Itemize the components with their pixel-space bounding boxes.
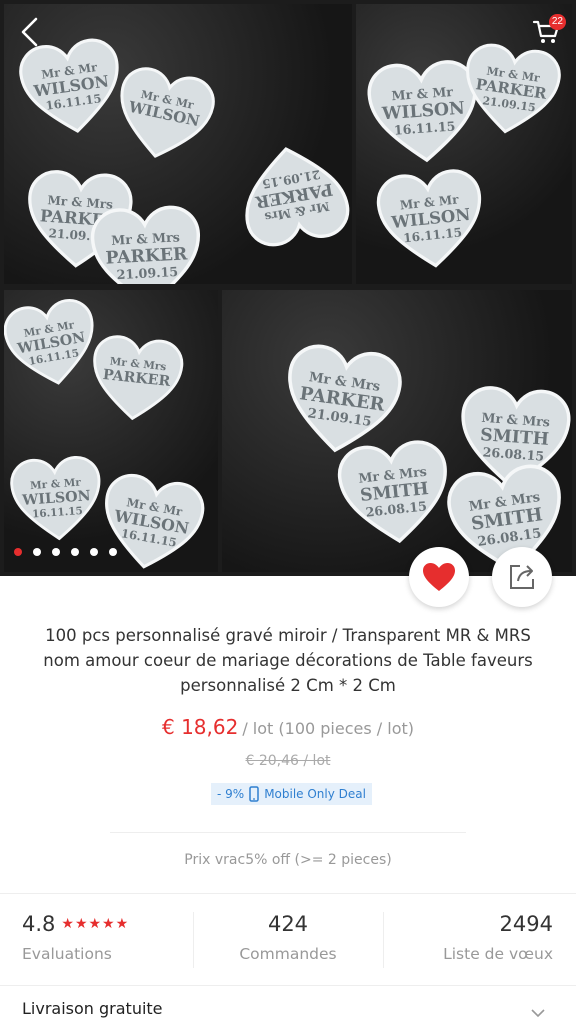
engraved-heart: Mr & MrsPARKER bbox=[93, 335, 184, 421]
pagination-dot[interactable] bbox=[90, 548, 98, 556]
engraved-heart: Mr & MrsPARKER21.09.15 bbox=[90, 205, 200, 284]
price-row: € 18,62/ lot (100 pieces / lot) bbox=[0, 715, 576, 739]
rating-stars-icon: ★★★★★ bbox=[61, 916, 130, 932]
back-button[interactable] bbox=[8, 10, 52, 54]
share-button[interactable] bbox=[492, 547, 552, 607]
cart-count-badge: 22 bbox=[548, 14, 566, 30]
engraved-heart: Mr & MrWILSON bbox=[120, 67, 215, 158]
wishlist-button[interactable] bbox=[409, 547, 469, 607]
deal-label: Mobile Only Deal bbox=[264, 787, 366, 801]
cart-button[interactable]: 22 bbox=[524, 10, 568, 54]
engraved-heart: Mr & MrWILSON16.11.15 bbox=[105, 473, 205, 569]
engraved-heart: Mr & MrsSMITH26.08.15 bbox=[337, 440, 447, 544]
divider bbox=[110, 832, 466, 833]
bulk-price-info: Prix vrac5% off (>= 2 pieces) bbox=[184, 852, 392, 868]
price-unit: / lot (100 pieces / lot) bbox=[242, 719, 414, 738]
original-price: € 20,46 / lot bbox=[245, 753, 331, 769]
product-photo-clear-hearts-2: Mr & Mrs PARKER 21.09.15 Mr & Mrs SMITH 26.08… bbox=[222, 290, 572, 572]
product-photo-clear-hearts-1: Mr & Mr WILSON 16.11.15 Mr & Mrs PARKER Mr & … bbox=[4, 290, 218, 572]
chevron-left-icon bbox=[21, 17, 38, 47]
product-title: 100 pcs personnalisé gravé miroir / Tran… bbox=[43, 626, 533, 695]
wishlist-stat[interactable]: 2494 Liste de vœux bbox=[443, 912, 553, 963]
orders-stat[interactable]: 424 Commandes bbox=[193, 912, 383, 963]
share-icon bbox=[510, 565, 534, 589]
mobile-deal-badge: - 9% Mobile Only Deal bbox=[211, 783, 372, 805]
orders-value: 424 bbox=[267, 912, 309, 936]
discount-percent: - 9% bbox=[217, 787, 245, 801]
rating-value: 4.8 bbox=[22, 912, 56, 936]
product-image-gallery[interactable]: Mr & Mr WILSON 16.11.15 Mr & Mrs PARKER 21.09… bbox=[0, 0, 576, 576]
svg-text:21.09.15: 21.09.15 bbox=[116, 264, 178, 282]
orders-label: Commandes bbox=[239, 945, 337, 963]
product-photo-mirror-hearts-1: Mr & Mr WILSON 16.11.15 Mr & Mrs PARKER 21.09… bbox=[4, 4, 352, 284]
mobile-phone-icon bbox=[249, 786, 259, 802]
pagination-dot[interactable] bbox=[109, 548, 117, 556]
heart-icon bbox=[423, 563, 455, 591]
wishlist-value: 2494 bbox=[499, 912, 553, 936]
rating-label: Evaluations bbox=[22, 945, 112, 963]
engraved-heart: Mr & MrWILSON16.11.15 bbox=[10, 456, 101, 541]
gallery-pagination bbox=[14, 548, 117, 556]
wishlist-label: Liste de vœux bbox=[443, 945, 553, 963]
divider bbox=[0, 893, 576, 894]
pagination-dot[interactable] bbox=[33, 548, 41, 556]
pagination-dot[interactable] bbox=[71, 548, 79, 556]
pagination-dot[interactable] bbox=[52, 548, 60, 556]
divider bbox=[0, 985, 576, 986]
rating-stat[interactable]: 4.8 ★★★★★ Evaluations bbox=[22, 912, 129, 963]
engraved-heart: Mr & MrsPARKER21.09.15 bbox=[245, 147, 350, 247]
stat-separator bbox=[383, 912, 384, 968]
current-price: € 18,62 bbox=[161, 715, 239, 739]
engraved-heart: Mr & MrWILSON16.11.15 bbox=[376, 169, 482, 268]
chevron-down-icon[interactable] bbox=[530, 1008, 546, 1018]
pagination-dot[interactable] bbox=[14, 548, 22, 556]
shipping-info[interactable]: Livraison gratuite bbox=[22, 999, 163, 1018]
